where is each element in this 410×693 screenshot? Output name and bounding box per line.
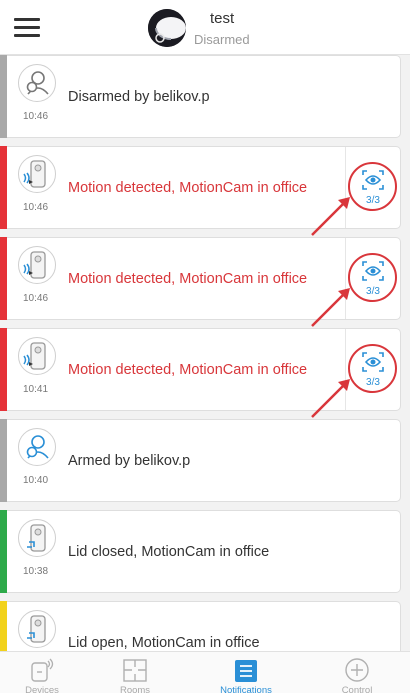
event-stripe [0, 601, 7, 651]
nav-label: Control [341, 685, 373, 693]
event-message: Disarmed by belikov.p [68, 89, 210, 105]
event-message: Motion detected, MotionCam in office [68, 271, 308, 287]
event-stripe [0, 510, 7, 593]
motioncam-alarm-icon [18, 337, 56, 375]
event-time: 10:46 [23, 202, 49, 213]
event-message: Armed by belikov.p [68, 453, 191, 469]
motioncam-lid-icon [18, 610, 56, 648]
event-stripe [0, 237, 7, 320]
event-message: Lid closed, MotionCam in office [68, 544, 270, 560]
hamburger-menu-icon[interactable] [14, 17, 40, 37]
nav-control[interactable]: Control [317, 652, 397, 693]
event-message: Motion detected, MotionCam in office [68, 180, 308, 196]
hub-status: Disarmed [194, 32, 250, 47]
notification-item[interactable]: 10:41 Motion detected, MotionCam in offi… [0, 328, 401, 418]
highlight-ring [348, 344, 397, 393]
motioncam-alarm-icon [18, 155, 56, 193]
bottom-nav: Devices Rooms Notifications Control [0, 651, 410, 693]
devices-icon [31, 658, 54, 682]
control-icon [345, 658, 369, 682]
event-time: 10:38 [23, 566, 49, 577]
nav-label: Rooms [119, 685, 151, 693]
annotation-arrow-icon [311, 288, 350, 327]
rooms-icon [123, 659, 147, 682]
nav-notifications[interactable]: Notifications [206, 652, 286, 693]
event-stripe [0, 55, 7, 138]
motioncam-alarm-icon [18, 246, 56, 284]
nav-devices[interactable]: Devices [2, 652, 82, 693]
event-time: 10:46 [23, 111, 49, 122]
notification-item[interactable]: 10:46 Disarmed by belikov.p [0, 55, 401, 138]
disarm-icon [18, 64, 56, 102]
notification-item[interactable]: 10:46 Motion detected, MotionCam in offi… [0, 146, 401, 236]
notification-item[interactable]: 10:40 Armed by belikov.p [0, 419, 401, 502]
event-stripe [0, 146, 7, 229]
event-stripe [0, 328, 7, 411]
annotation-arrow-icon [311, 197, 350, 236]
notification-item[interactable]: 10:38 Lid closed, MotionCam in office [0, 510, 401, 593]
highlight-ring [348, 253, 397, 302]
hub-device-icon[interactable] [148, 9, 186, 47]
notifications-feed[interactable]: 10:46 Disarmed by belikov.p 10:46 Motion… [0, 55, 410, 651]
motioncam-lid-icon [18, 519, 56, 557]
event-time: 10:41 [23, 384, 49, 395]
nav-rooms[interactable]: Rooms [95, 652, 175, 693]
notifications-icon [235, 660, 257, 682]
notification-item[interactable]: Lid open, MotionCam in office [0, 601, 401, 651]
event-message: Motion detected, MotionCam in office [68, 362, 308, 378]
event-stripe [0, 419, 7, 502]
app-screen: test Disarmed 10:46 Disarmed by belikov.… [0, 0, 410, 693]
event-time: 10:40 [23, 475, 49, 486]
app-header: test Disarmed [0, 0, 410, 55]
arm-icon [18, 428, 56, 466]
annotation-arrow-icon [311, 379, 350, 418]
notification-item[interactable]: 10:46 Motion detected, MotionCam in offi… [0, 237, 401, 327]
event-message: Lid open, MotionCam in office [68, 635, 260, 651]
nav-label: Notifications [220, 685, 272, 693]
event-time: 10:46 [23, 293, 49, 304]
nav-label: Devices [25, 685, 59, 693]
highlight-ring [348, 162, 397, 211]
hub-name: test [210, 10, 235, 27]
